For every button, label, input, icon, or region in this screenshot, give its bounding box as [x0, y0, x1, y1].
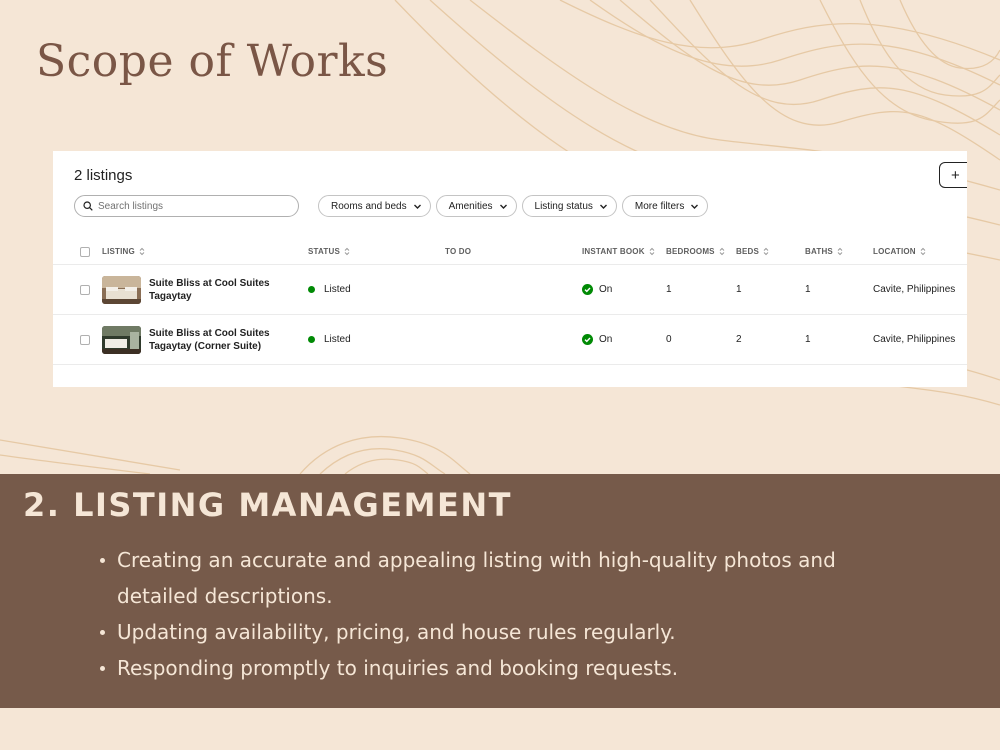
filter-rooms-and-beds[interactable]: Rooms and beds [318, 195, 431, 217]
listing-cell[interactable]: Suite Bliss at Cool Suites Tagaytay [102, 265, 279, 314]
row-select-cell [80, 315, 90, 364]
column-header-bedrooms[interactable]: BEDROOMS [666, 239, 725, 264]
bullet-item: Responding promptly to inquiries and boo… [95, 650, 855, 686]
baths-cell: 1 [805, 334, 811, 345]
instant-book-cell: On [582, 265, 612, 314]
column-header-label: STATUS [308, 247, 341, 256]
add-listing-button[interactable]: + [939, 162, 967, 188]
row-select-cell [80, 265, 90, 314]
filter-label: Amenities [448, 200, 493, 212]
sort-icon [920, 247, 926, 256]
column-header-location[interactable]: LOCATION [873, 239, 926, 264]
status-text: Listed [324, 334, 351, 345]
slide-title: Scope of Works [36, 36, 389, 87]
sort-icon [649, 247, 655, 256]
bullet-item: Creating an accurate and appealing listi… [95, 542, 855, 614]
column-header-todo: TO DO [445, 239, 471, 264]
bedrooms-cell: 1 [666, 284, 672, 295]
sort-icon [763, 247, 769, 256]
beds-cell: 1 [736, 284, 742, 295]
column-header-status[interactable]: STATUS [308, 239, 350, 264]
location-cell: Cavite, Philippines [873, 284, 956, 295]
listings-count-title: 2 listings [74, 167, 133, 184]
column-header-label: BATHS [805, 247, 833, 256]
row-checkbox[interactable] [80, 334, 90, 345]
chevron-down-icon [599, 204, 607, 209]
filter-amenities[interactable]: Amenities [435, 195, 517, 217]
listing-thumbnail-image [102, 275, 141, 304]
table-header-row: LISTING STATUS TO DO INSTANT BOOK BEDROO… [53, 239, 967, 265]
table-row[interactable]: Suite Bliss at Cool Suites Tagaytay List… [53, 265, 967, 315]
check-circle-icon [582, 334, 593, 345]
column-header-label: BEDS [736, 247, 760, 256]
chevron-down-icon [499, 204, 507, 209]
filter-label: Rooms and beds [331, 200, 407, 212]
status-cell: Listed [308, 265, 351, 314]
instant-book-text: On [599, 334, 613, 345]
select-all-checkbox[interactable] [80, 246, 90, 257]
listing-title: Suite Bliss at Cool Suites Tagaytay [149, 277, 270, 302]
listing-thumbnail-image [102, 325, 141, 354]
sort-icon [139, 247, 145, 256]
listed-status-dot [308, 286, 315, 293]
location-cell: Cavite, Philippines [873, 334, 956, 345]
sort-icon [837, 247, 843, 256]
listing-title: Suite Bliss at Cool Suites Tagaytay (Cor… [149, 327, 270, 352]
column-header-instant-book[interactable]: INSTANT BOOK [582, 239, 655, 264]
filter-listing-status[interactable]: Listing status [521, 195, 617, 217]
table-row[interactable]: Suite Bliss at Cool Suites Tagaytay (Cor… [53, 315, 967, 365]
instant-book-text: On [599, 284, 613, 295]
baths-cell: 1 [805, 284, 811, 295]
row-checkbox[interactable] [80, 284, 90, 295]
search-icon [83, 201, 93, 211]
status-text: Listed [324, 284, 351, 295]
column-header-label: LISTING [102, 247, 135, 256]
search-box[interactable] [74, 195, 299, 217]
column-header-beds[interactable]: BEDS [736, 239, 769, 264]
filter-label: More filters [634, 200, 685, 212]
bullet-item: Updating availability, pricing, and hous… [95, 614, 855, 650]
instant-book-cell: On [582, 315, 612, 364]
select-all-cell [80, 239, 90, 264]
bullet-list: Creating an accurate and appealing listi… [95, 542, 855, 686]
check-circle-icon [582, 284, 593, 295]
chevron-down-icon [413, 204, 421, 209]
listing-cell[interactable]: Suite Bliss at Cool Suites Tagaytay (Cor… [102, 315, 279, 364]
status-cell: Listed [308, 315, 351, 364]
filter-bar: Rooms and beds Amenities Listing status … [318, 195, 709, 217]
listings-panel-screenshot: 2 listings + Rooms and beds Amenities Li… [53, 151, 967, 387]
listed-status-dot [308, 336, 315, 343]
listings-table: LISTING STATUS TO DO INSTANT BOOK BEDROO… [53, 239, 967, 365]
filter-more-filters[interactable]: More filters [621, 195, 709, 217]
column-header-label: TO DO [445, 247, 472, 256]
sort-icon [719, 247, 725, 256]
column-header-baths[interactable]: BATHS [805, 239, 843, 264]
column-header-label: BEDROOMS [666, 247, 715, 256]
column-header-listing[interactable]: LISTING [102, 239, 145, 264]
bedrooms-cell: 0 [666, 334, 672, 345]
search-input[interactable] [98, 200, 278, 212]
sort-icon [344, 247, 350, 256]
column-header-label: INSTANT BOOK [582, 247, 645, 256]
beds-cell: 2 [736, 334, 742, 345]
filter-label: Listing status [534, 200, 593, 212]
section-band: 2. LISTING MANAGEMENT Creating an accura… [0, 474, 1000, 708]
section-heading: 2. LISTING MANAGEMENT [23, 486, 512, 524]
chevron-down-icon [691, 204, 699, 209]
column-header-label: LOCATION [873, 247, 916, 256]
